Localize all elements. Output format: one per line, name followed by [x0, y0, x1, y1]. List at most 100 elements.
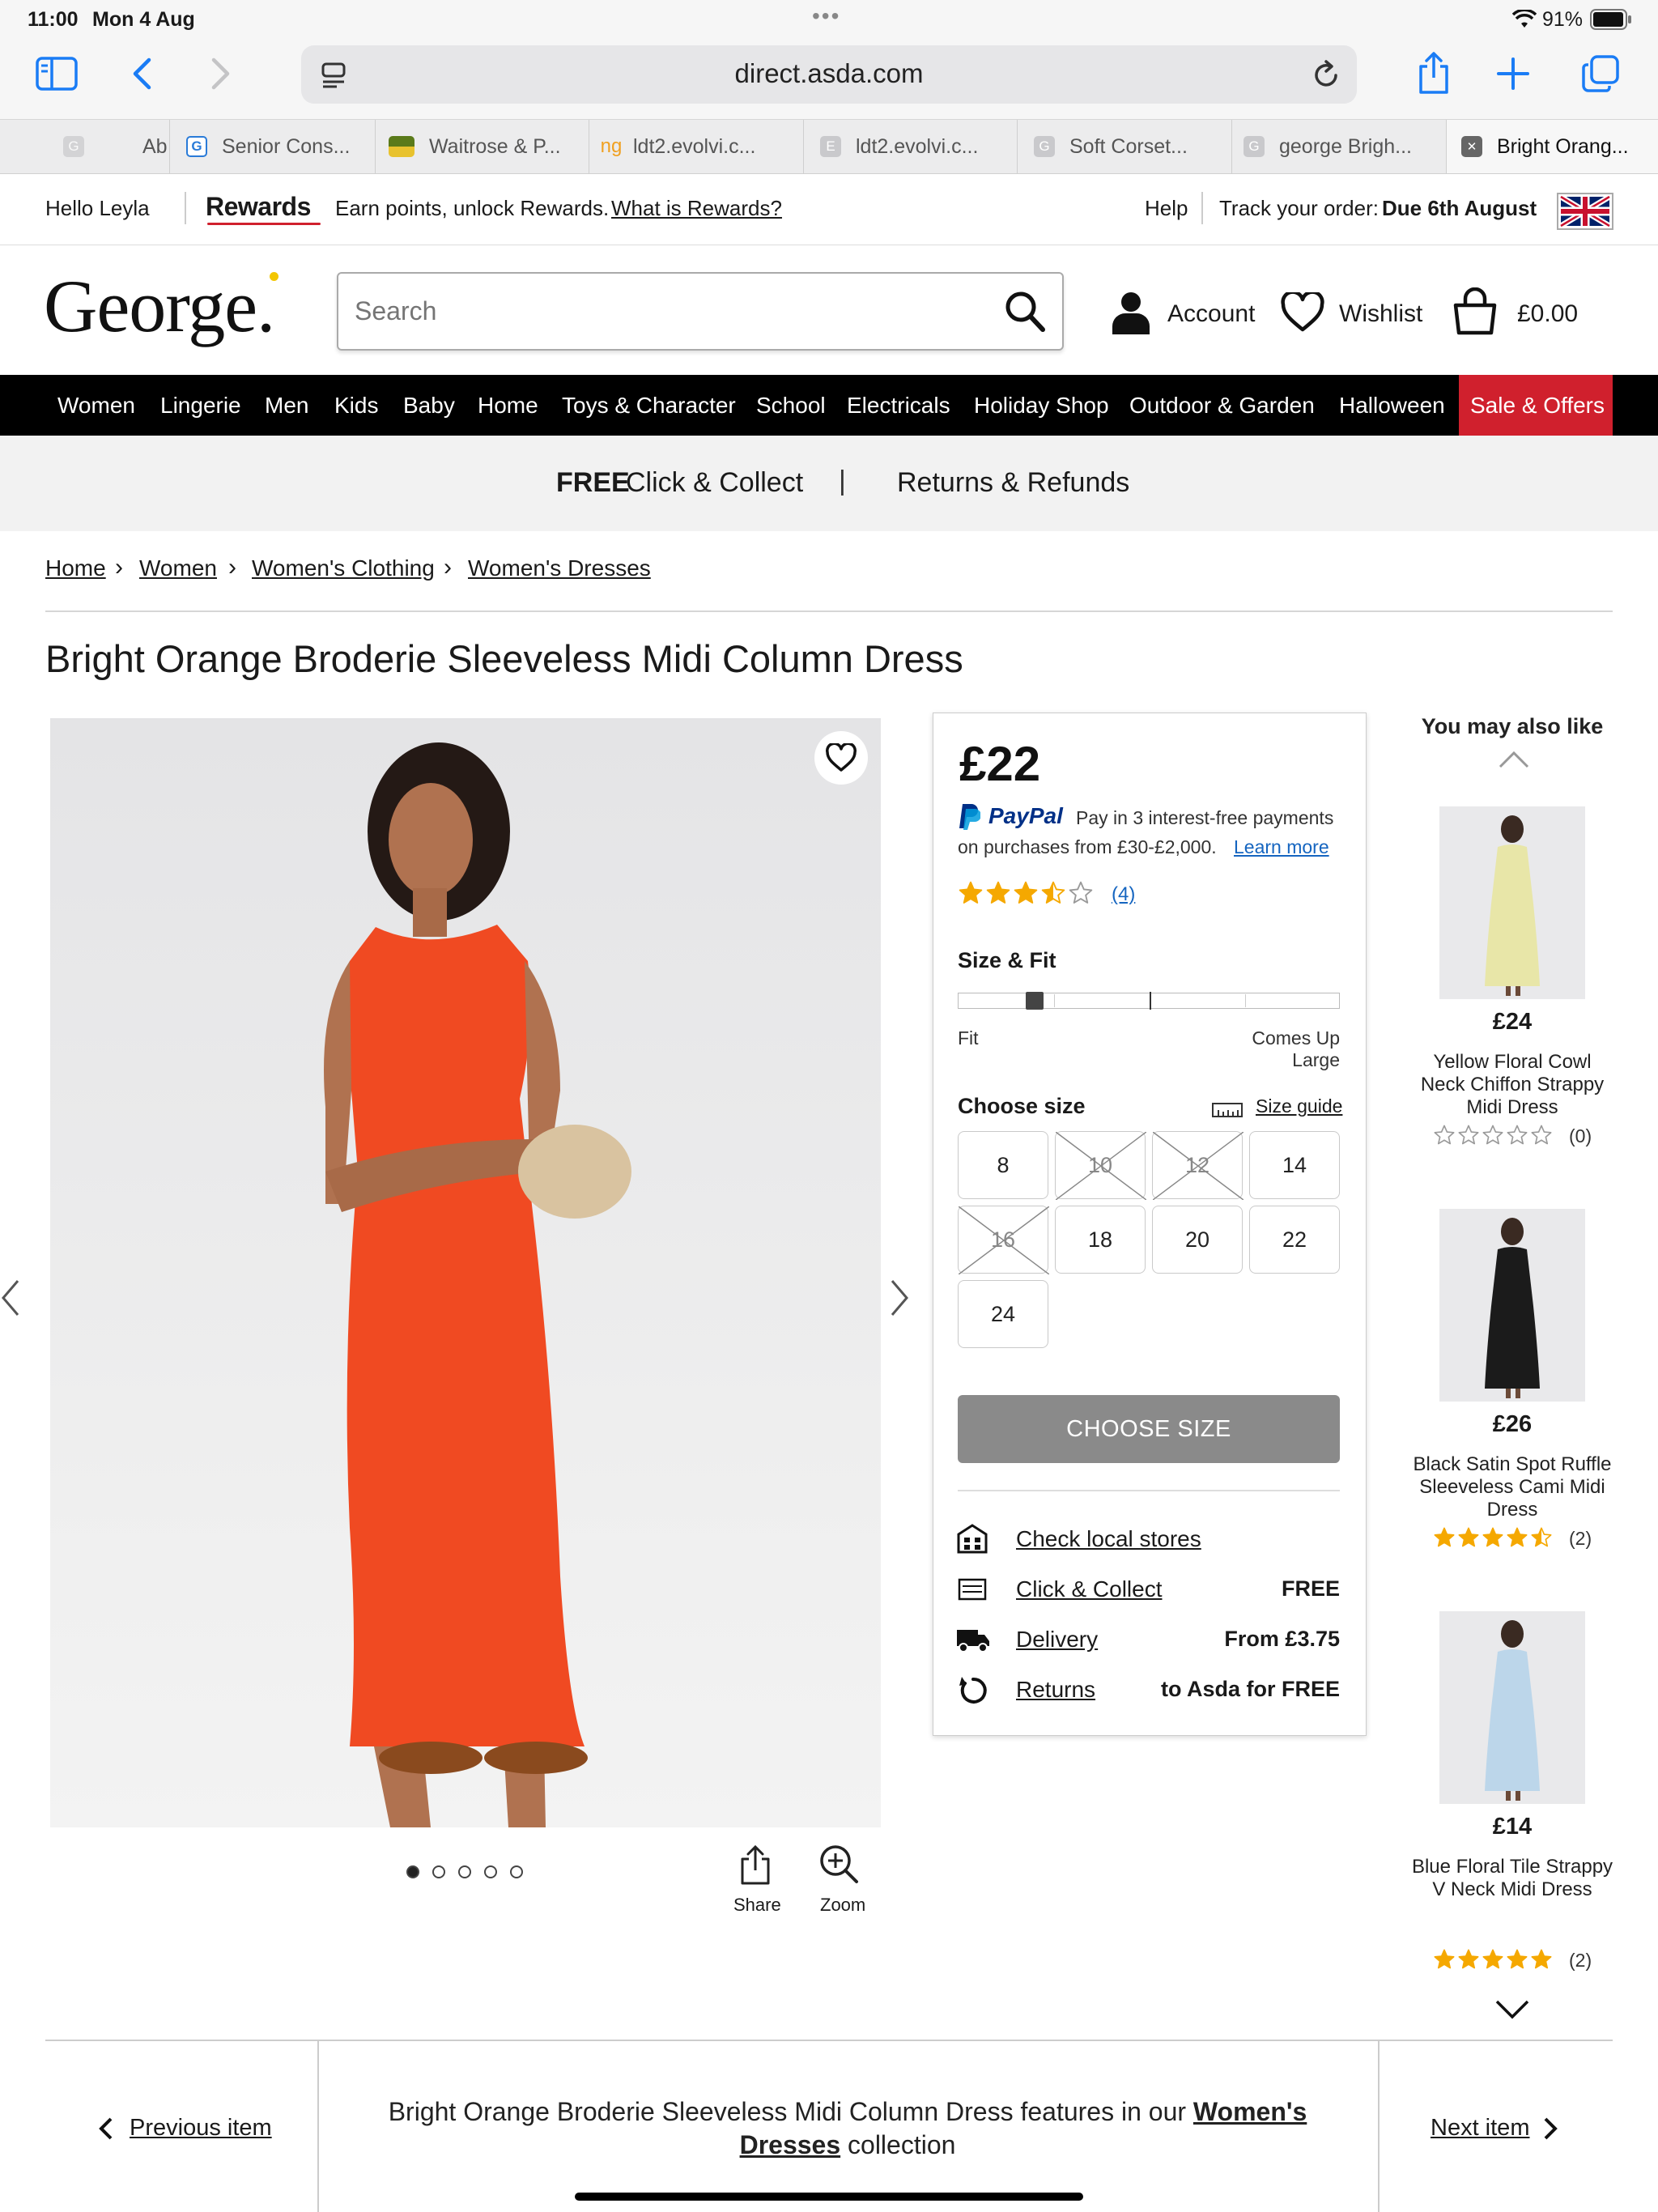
- image-dot[interactable]: [484, 1865, 497, 1878]
- breadcrumb-home[interactable]: Home: [45, 555, 106, 581]
- back-icon[interactable]: [130, 57, 154, 91]
- search-input[interactable]: [355, 288, 986, 334]
- new-tab-icon[interactable]: [1496, 57, 1530, 91]
- sidebar-toggle-icon[interactable]: [36, 57, 78, 91]
- nav-baby[interactable]: Baby: [403, 375, 455, 436]
- browser-tab[interactable]: ng ldt2.evolvi.c...: [589, 120, 804, 173]
- browser-tab[interactable]: Ggeorge Brigh...: [1232, 120, 1447, 173]
- basket-total[interactable]: £0.00: [1517, 300, 1578, 328]
- promo-click-collect[interactable]: Click & Collect: [626, 467, 803, 499]
- share-label[interactable]: Share: [733, 1895, 781, 1916]
- basket-icon[interactable]: [1452, 287, 1498, 336]
- nav-electricals[interactable]: Electricals: [847, 375, 950, 436]
- recommendation-image[interactable]: [1439, 1611, 1585, 1804]
- nav-men[interactable]: Men: [265, 375, 308, 436]
- nav-home[interactable]: Home: [478, 375, 538, 436]
- search-icon[interactable]: [1004, 290, 1046, 334]
- size-option-18[interactable]: 18: [1055, 1206, 1146, 1274]
- nav-kids[interactable]: Kids: [334, 375, 378, 436]
- returns-link[interactable]: Returns: [1016, 1677, 1095, 1703]
- breadcrumb-womens-clothing[interactable]: Women's Clothing: [252, 555, 435, 581]
- review-count[interactable]: (4): [1112, 883, 1135, 906]
- what-is-rewards-link[interactable]: What is Rewards?: [611, 196, 782, 221]
- account-link[interactable]: Account: [1167, 300, 1255, 328]
- size-option-8[interactable]: 8: [958, 1131, 1048, 1199]
- paypal-learn-more[interactable]: Learn more: [1234, 836, 1329, 858]
- forward-icon[interactable]: [209, 57, 233, 91]
- browser-tab[interactable]: G Soft Corset...: [1018, 120, 1232, 173]
- nav-holiday-shop[interactable]: Holiday Shop: [974, 375, 1109, 436]
- chevron-up-icon[interactable]: [1498, 750, 1530, 769]
- browser-tab-active[interactable]: ✕ Bright Orang...: [1447, 120, 1658, 173]
- size-option-20[interactable]: 20: [1152, 1206, 1243, 1274]
- browser-tab[interactable]: G Ab: [0, 120, 170, 173]
- george-logo[interactable]: George.: [44, 263, 275, 349]
- share-browser-icon[interactable]: [1417, 50, 1451, 96]
- recommendation-card[interactable]: £24 Yellow Floral Cowl Neck Chiffon Strap…: [1409, 806, 1616, 1187]
- search-box[interactable]: [337, 272, 1064, 351]
- breadcrumb-women[interactable]: Women: [139, 555, 217, 581]
- account-icon[interactable]: [1111, 291, 1151, 334]
- image-dot[interactable]: [406, 1865, 419, 1878]
- close-tab-icon[interactable]: ✕: [1461, 136, 1482, 157]
- product-image[interactable]: [50, 718, 881, 1827]
- multitask-dots-icon[interactable]: •••: [812, 3, 840, 29]
- delivery-link[interactable]: Delivery: [1016, 1627, 1098, 1653]
- size-option-14[interactable]: 14: [1249, 1131, 1340, 1199]
- zoom-icon[interactable]: [818, 1843, 860, 1885]
- promo-returns[interactable]: Returns & Refunds: [897, 467, 1129, 499]
- nav-toys[interactable]: Toys & Character: [562, 375, 736, 436]
- size-option-10[interactable]: 10: [1055, 1131, 1146, 1200]
- size-guide-link[interactable]: Size guide: [1256, 1095, 1342, 1117]
- nav-halloween[interactable]: Halloween: [1339, 375, 1445, 436]
- browser-tab[interactable]: G Senior Cons...: [170, 120, 376, 173]
- chevron-down-icon[interactable]: [1494, 1998, 1530, 2021]
- check-local-stores-link[interactable]: Check local stores: [1016, 1526, 1201, 1552]
- size-option-16[interactable]: 16: [958, 1206, 1049, 1274]
- zoom-label[interactable]: Zoom: [820, 1895, 865, 1916]
- recommendation-name[interactable]: Yellow Floral Cowl Neck Chiffon Strappy …: [1411, 1051, 1613, 1119]
- image-dot[interactable]: [432, 1865, 445, 1878]
- image-prev-chevron-icon[interactable]: [0, 1278, 21, 1318]
- address-bar[interactable]: direct.asda.com: [301, 45, 1357, 104]
- previous-item-link[interactable]: Previous item: [130, 2115, 272, 2142]
- recommendation-name[interactable]: Blue Floral Tile Strappy V Neck Midi Dre…: [1411, 1856, 1613, 1901]
- help-link[interactable]: Help: [1145, 196, 1188, 221]
- image-next-chevron-icon[interactable]: [889, 1278, 910, 1318]
- choose-size-button[interactable]: CHOOSE SIZE: [958, 1395, 1340, 1463]
- nav-sale-offers[interactable]: Sale & Offers: [1470, 375, 1605, 436]
- add-to-wishlist-button[interactable]: [814, 731, 868, 785]
- share-icon[interactable]: [738, 1844, 772, 1887]
- tab-overview-icon[interactable]: [1582, 55, 1619, 92]
- size-option-24[interactable]: 24: [958, 1280, 1048, 1348]
- star-icon: [1507, 1949, 1528, 1969]
- size-option-12[interactable]: 12: [1152, 1131, 1244, 1200]
- next-item-link[interactable]: Next item: [1431, 2115, 1529, 2142]
- browser-tab[interactable]: Eldt2.evolvi.c...: [804, 120, 1018, 173]
- recommendation-image[interactable]: [1439, 806, 1585, 999]
- recommendation-card[interactable]: £14 Blue Floral Tile Strappy V Neck Midi …: [1409, 1611, 1616, 1992]
- recommendation-name[interactable]: Black Satin Spot Ruffle Sleeveless Cami …: [1411, 1453, 1613, 1521]
- click-collect-link[interactable]: Click & Collect: [1016, 1576, 1162, 1602]
- image-dot[interactable]: [510, 1865, 523, 1878]
- nav-school[interactable]: School: [756, 375, 826, 436]
- image-pagination[interactable]: [406, 1864, 536, 1880]
- wishlist-link[interactable]: Wishlist: [1339, 300, 1422, 328]
- image-dot[interactable]: [458, 1865, 471, 1878]
- track-order-label[interactable]: Track your order:: [1219, 196, 1379, 221]
- nav-lingerie[interactable]: Lingerie: [160, 375, 241, 436]
- recommendation-image[interactable]: [1439, 1209, 1585, 1402]
- greeting: Hello Leyla: [45, 196, 150, 220]
- breadcrumb-womens-dresses[interactable]: Women's Dresses: [468, 555, 651, 581]
- track-order-value[interactable]: Due 6th August: [1382, 196, 1537, 221]
- uk-flag-icon[interactable]: [1557, 193, 1613, 230]
- nav-outdoor-garden[interactable]: Outdoor & Garden: [1129, 375, 1315, 436]
- nav-women[interactable]: Women: [57, 375, 135, 436]
- wishlist-heart-icon[interactable]: [1281, 292, 1324, 333]
- browser-tab[interactable]: Waitrose & P...: [376, 120, 589, 173]
- size-option-22[interactable]: 22: [1249, 1206, 1340, 1274]
- url-text[interactable]: direct.asda.com: [301, 58, 1357, 89]
- reload-icon[interactable]: [1312, 59, 1341, 90]
- home-indicator[interactable]: [575, 2193, 1083, 2201]
- recommendation-card[interactable]: £26 Black Satin Spot Ruffle Sleeveless Ca…: [1409, 1209, 1616, 1589]
